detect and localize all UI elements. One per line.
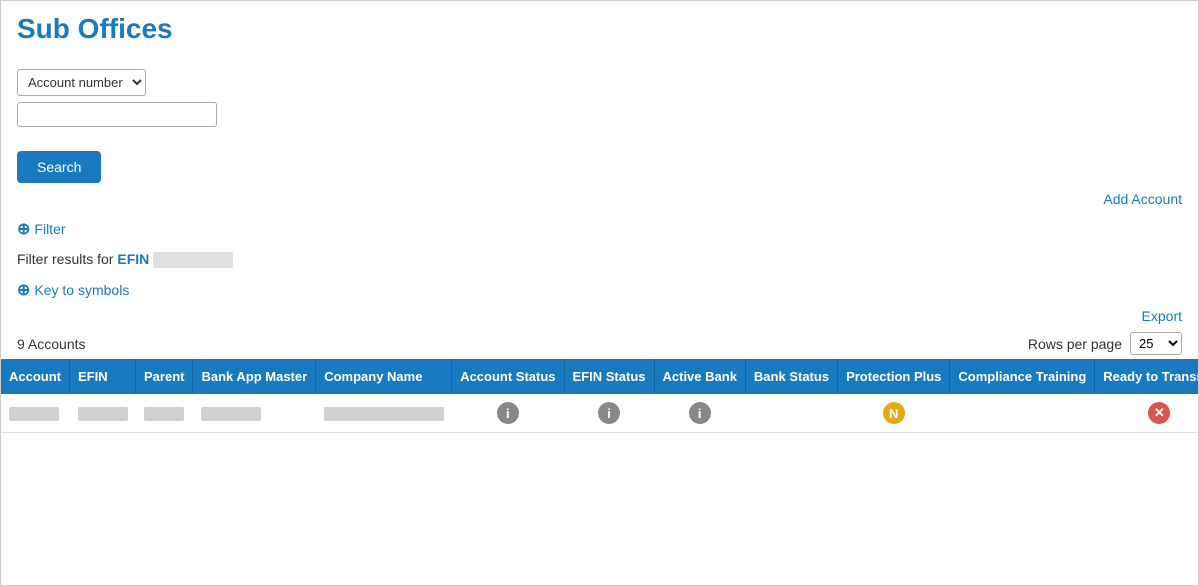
cell-efin: [70, 394, 136, 433]
col-company-name: Company Name: [316, 359, 452, 394]
efin-label: EFIN: [117, 251, 149, 267]
key-to-symbols-link[interactable]: ⊕ Key to symbols: [17, 280, 129, 300]
account-status-icon: i: [497, 402, 519, 424]
cell-protection-plus: N: [838, 394, 950, 433]
cell-parent: [136, 394, 193, 433]
filter-results: Filter results for EFIN: [1, 243, 1198, 276]
protection-plus-icon: N: [883, 402, 905, 424]
col-account-status: Account Status: [452, 359, 564, 394]
cell-efin-status: i: [564, 394, 654, 433]
export-link[interactable]: Export: [1142, 308, 1182, 324]
col-active-bank: Active Bank: [654, 359, 745, 394]
col-account: Account: [1, 359, 70, 394]
table-header-row: Account EFIN Parent Bank App Master Comp…: [1, 359, 1198, 394]
bank-app-master-blur: [201, 407, 261, 421]
efin-value: [153, 252, 233, 268]
rows-per-page-label: Rows per page: [1028, 336, 1122, 352]
key-symbols-label: Key to symbols: [34, 282, 129, 298]
rows-per-page-select[interactable]: 10 25 50 100: [1130, 332, 1182, 355]
rows-per-page-control: Rows per page 10 25 50 100: [1028, 332, 1182, 355]
account-number-dropdown[interactable]: Account number Company Name EFIN: [17, 69, 146, 96]
col-protection-plus: Protection Plus: [838, 359, 950, 394]
cell-account: [1, 394, 70, 433]
company-name-blur: [324, 407, 444, 421]
filter-results-prefix: Filter results for: [17, 251, 113, 267]
col-bank-app-master: Bank App Master: [193, 359, 316, 394]
col-compliance-training: Compliance Training: [950, 359, 1095, 394]
cell-ready-to-transmit: ✕: [1095, 394, 1198, 433]
page-title: Sub Offices: [17, 13, 1182, 45]
account-value-blur: [9, 407, 59, 421]
key-symbols-plus-icon: ⊕: [17, 280, 30, 300]
efin-value-blur: [78, 407, 128, 421]
cell-bank-app-master: [193, 394, 316, 433]
search-button[interactable]: Search: [17, 151, 101, 183]
add-account-link[interactable]: Add Account: [1103, 191, 1182, 207]
col-bank-status: Bank Status: [745, 359, 837, 394]
cell-active-bank: i: [654, 394, 745, 433]
accounts-count: 9 Accounts: [17, 336, 86, 352]
cell-account-status: i: [452, 394, 564, 433]
filter-plus-icon: ⊕: [17, 219, 30, 239]
accounts-table-container: Account EFIN Parent Bank App Master Comp…: [1, 359, 1198, 433]
ready-to-transmit-icon: ✕: [1148, 402, 1170, 424]
parent-value-blur: [144, 407, 184, 421]
filter-label: Filter: [34, 221, 65, 237]
accounts-table: Account EFIN Parent Bank App Master Comp…: [1, 359, 1198, 433]
cell-company-name: [316, 394, 452, 433]
efin-status-icon: i: [598, 402, 620, 424]
col-parent: Parent: [136, 359, 193, 394]
col-efin: EFIN: [70, 359, 136, 394]
filter-toggle[interactable]: ⊕ Filter: [17, 219, 66, 239]
table-row: i i i N ✕: [1, 394, 1198, 433]
col-efin-status: EFIN Status: [564, 359, 654, 394]
cell-bank-status: [745, 394, 837, 433]
col-ready-to-transmit: Ready to Transmit: [1095, 359, 1198, 394]
active-bank-icon: i: [689, 402, 711, 424]
cell-compliance-training: [950, 394, 1095, 433]
search-input[interactable]: [17, 102, 217, 127]
